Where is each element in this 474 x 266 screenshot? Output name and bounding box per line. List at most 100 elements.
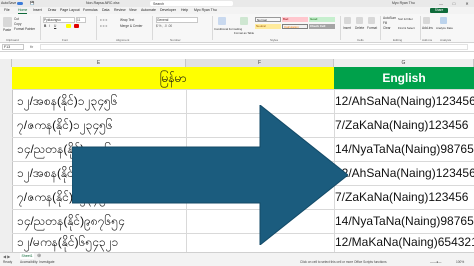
ribbon: Paste Cut Copy Format Painter Clipboard … <box>0 14 474 43</box>
minimize-icon[interactable]: — <box>436 1 446 6</box>
right-arrow-shape[interactable] <box>72 105 348 245</box>
style-check-cell[interactable]: Check Cell <box>309 24 335 29</box>
paste-icon[interactable] <box>3 17 12 27</box>
analyze-data-button[interactable]: Analyze Data <box>436 26 453 30</box>
font-size-select[interactable]: 11 <box>76 17 86 23</box>
style-bad[interactable]: Bad <box>282 17 308 22</box>
column-header-g[interactable]: G <box>334 59 474 67</box>
menu-formulas[interactable]: Formulas <box>83 7 98 14</box>
format-table-button[interactable]: Format as Table <box>234 31 254 35</box>
file-name: Non-Rapsa-NRC.xlsx <box>86 1 120 5</box>
number-tools-icon[interactable]: $ % , .0 .00 <box>156 24 172 28</box>
menu-help[interactable]: Help <box>181 7 188 14</box>
search-box[interactable]: Search <box>150 1 233 6</box>
column-header-e[interactable]: E <box>12 59 186 67</box>
format-cells-icon[interactable] <box>368 17 375 24</box>
style-good[interactable]: Good <box>309 17 335 22</box>
font-color-icon[interactable] <box>74 24 79 28</box>
align-horizontal-icon[interactable]: ≡ ≡ ≡ <box>100 24 107 28</box>
name-box[interactable]: F13 <box>2 44 24 50</box>
title-bar: AutoSave 💾 Non-Rapsa-NRC.xlsx Search Myo… <box>0 0 474 7</box>
english-cell[interactable]: 7/ZaKaNa(Naing)123456 <box>335 113 474 137</box>
autosave-toggle[interactable] <box>17 2 23 5</box>
paste-label[interactable]: Paste <box>3 28 11 32</box>
accessibility-status[interactable]: Accessibility: Investigate <box>20 259 55 266</box>
analysis-group-label: Analysis <box>440 38 452 42</box>
copy-button[interactable]: Copy <box>14 22 21 26</box>
font-name-select[interactable]: Pyidaungsu <box>43 17 75 23</box>
ribbon-divider <box>380 16 381 40</box>
add-ins-group-label: Add-ins <box>422 38 433 42</box>
styles-group-label: Styles <box>270 38 279 42</box>
number-format-select[interactable]: General <box>156 17 198 23</box>
english-cell[interactable]: 14/NyaTaNa(Naing)987654 <box>335 137 474 161</box>
bold-button[interactable]: B <box>44 24 46 28</box>
sort-filter-button[interactable]: Sort & Filter <box>398 17 413 21</box>
english-cell[interactable]: 12/AhSaNa(Naing)123456 <box>335 161 474 185</box>
arrow-polygon <box>72 105 348 245</box>
share-button[interactable]: Share <box>430 8 448 13</box>
number-group-label: Number <box>170 38 181 42</box>
format-painter-button[interactable]: Format Painter <box>14 27 35 31</box>
english-cell[interactable]: 7/ZaKaNa(Naing)123456 <box>335 185 474 209</box>
menu-view[interactable]: View <box>129 7 137 14</box>
clear-button[interactable]: Clear <box>383 26 391 30</box>
find-select-button[interactable]: Find & Select <box>398 26 415 30</box>
menu-user[interactable]: Myo Ryan Thu <box>194 7 217 14</box>
autosum-button[interactable]: AutoSum <box>383 16 396 20</box>
user-name: Myo Ryan Thu <box>392 1 415 5</box>
delete-cells-icon[interactable] <box>356 17 363 24</box>
delete-button[interactable]: Delete <box>355 26 364 30</box>
menu-draw[interactable]: Draw <box>48 7 56 14</box>
ribbon-divider <box>152 16 153 40</box>
format-table-icon[interactable] <box>240 17 248 25</box>
menu-developer[interactable]: Developer <box>160 7 176 14</box>
menu-home[interactable]: Home <box>18 7 28 14</box>
autosave-label: AutoSave <box>1 1 17 5</box>
zoom-level[interactable]: 100% <box>456 259 464 266</box>
save-icon[interactable]: 💾 <box>30 0 34 7</box>
analyze-data-icon[interactable] <box>440 17 447 24</box>
header-cell-myanmar[interactable]: မြန်မာ <box>12 67 334 89</box>
cut-button[interactable]: Cut <box>14 17 19 21</box>
fx-icon[interactable]: fx <box>30 43 33 51</box>
status-bar: Ready Accessibility: Investigate Click o… <box>0 259 474 266</box>
header-cell-english[interactable]: English <box>334 67 474 89</box>
menu-file[interactable]: File <box>4 7 10 14</box>
italic-button[interactable]: I <box>49 24 50 28</box>
menu-insert[interactable]: Insert <box>33 7 42 14</box>
align-icon[interactable]: ≡ ≡ ≡ <box>100 18 107 22</box>
menu-automate[interactable]: Automate <box>141 7 156 14</box>
maximize-icon[interactable]: □ <box>449 1 459 6</box>
menu-review[interactable]: Review <box>114 7 125 14</box>
add-ins-button[interactable]: Add-ins <box>422 26 433 30</box>
clipboard-group-label: Clipboard <box>6 38 19 42</box>
style-normal[interactable]: Normal <box>255 17 281 22</box>
close-icon[interactable]: ✕ <box>462 1 472 6</box>
english-cell[interactable]: 12/AhSaNa(Naing)123456 <box>335 89 474 113</box>
add-ins-icon[interactable] <box>423 17 430 24</box>
ribbon-divider <box>96 16 97 40</box>
style-neutral[interactable]: Neutral <box>255 24 281 29</box>
english-cell[interactable]: 12/MaKaNa(Naing)654321 <box>335 233 474 252</box>
merge-center-button[interactable]: Merge & Center <box>120 24 143 28</box>
column-header-f[interactable]: F <box>186 59 334 67</box>
wrap-text-button[interactable]: Wrap Text <box>120 18 134 22</box>
format-button[interactable]: Format <box>367 26 377 30</box>
underline-button[interactable]: U <box>54 24 56 28</box>
cells-group-label: Cells <box>357 38 364 42</box>
menu-data[interactable]: Data <box>102 7 109 14</box>
formula-input[interactable] <box>40 44 468 50</box>
conditional-formatting-icon[interactable] <box>218 17 226 25</box>
insert-cells-icon[interactable] <box>344 17 351 24</box>
alignment-group-label: Alignment <box>116 38 130 42</box>
sheet-grid[interactable]: မြန်မာ English ၁၂/အစန(နိုင်)၁၂၃၄၅၆ ၇/ဇကန… <box>12 67 474 252</box>
english-cell[interactable]: 14/NyaTaNa(Naing)987654 <box>335 209 474 233</box>
fill-color-icon[interactable] <box>66 24 71 28</box>
style-calculation[interactable]: Calculation <box>282 24 308 29</box>
insert-button[interactable]: Insert <box>343 26 351 30</box>
menu-page-layout[interactable]: Page Layout <box>60 7 80 14</box>
fill-button[interactable]: Fill <box>383 21 387 25</box>
select-all-corner[interactable] <box>0 59 12 67</box>
zoom-slider-icon[interactable]: ——●— <box>430 259 442 266</box>
